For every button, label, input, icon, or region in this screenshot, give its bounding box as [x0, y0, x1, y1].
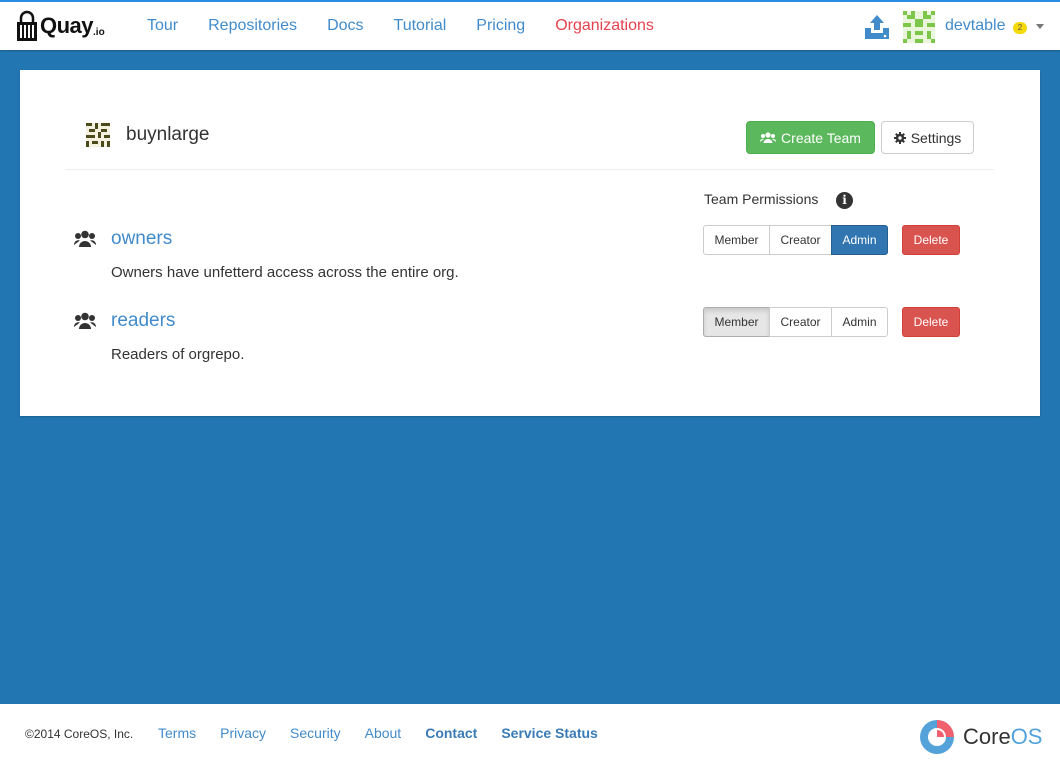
org-panel: buynlarge Create Team Settings Team Perm…	[20, 70, 1040, 416]
gear-icon	[893, 131, 906, 144]
role-creator-button[interactable]: Creator	[769, 307, 832, 337]
nav-tour[interactable]: Tour	[132, 17, 193, 35]
delete-team-button[interactable]: Delete	[902, 225, 960, 255]
team-description: Readers of orgrepo.	[111, 346, 245, 363]
footer-link-security[interactable]: Security	[278, 725, 353, 741]
footer-link-contact[interactable]: Contact	[413, 725, 489, 741]
info-icon[interactable]: i	[836, 192, 853, 209]
user-avatar[interactable]	[903, 11, 935, 43]
top-navbar: Quay .io Tour Repositories Docs Tutorial…	[0, 0, 1060, 50]
role-member-button[interactable]: Member	[703, 307, 770, 337]
nav-docs[interactable]: Docs	[312, 17, 378, 35]
padlock-logo-icon	[17, 10, 37, 41]
main-nav: Tour Repositories Docs Tutorial Pricing …	[132, 2, 669, 50]
nav-repositories[interactable]: Repositories	[193, 17, 312, 35]
role-creator-button[interactable]: Creator	[769, 225, 832, 255]
coreos-logo[interactable]: CoreOS	[919, 719, 1042, 755]
team-permissions-title: Team Permissions	[704, 191, 819, 207]
settings-label: Settings	[910, 129, 962, 146]
coreos-logo-icon	[920, 720, 954, 754]
role-selector: Member Creator Admin	[703, 307, 888, 337]
nav-tutorial[interactable]: Tutorial	[379, 17, 462, 35]
users-icon	[74, 312, 96, 329]
role-admin-button[interactable]: Admin	[831, 307, 888, 337]
footer-link-service-status[interactable]: Service Status	[489, 725, 610, 741]
footer: ©2014 CoreOS, Inc. Terms Privacy Securit…	[0, 704, 1060, 768]
header-divider	[65, 169, 994, 170]
footer-link-terms[interactable]: Terms	[146, 725, 208, 741]
footer-links: Terms Privacy Security About Contact Ser…	[146, 725, 610, 741]
role-selector: Member Creator Admin	[703, 225, 888, 255]
coreos-core-text: Core	[963, 724, 1011, 749]
logo-wordmark: Quay	[40, 13, 94, 38]
nav-pricing[interactable]: Pricing	[461, 17, 540, 35]
users-icon	[760, 131, 777, 144]
coreos-os-text: OS	[1010, 724, 1043, 749]
nav-organizations[interactable]: Organizations	[540, 17, 669, 35]
quay-logo[interactable]: Quay .io	[16, 8, 105, 44]
footer-link-privacy[interactable]: Privacy	[208, 725, 278, 741]
chevron-down-icon[interactable]	[1036, 24, 1044, 29]
org-avatar	[86, 123, 110, 147]
create-team-button[interactable]: Create Team	[746, 121, 875, 154]
upload-icon[interactable]	[864, 14, 890, 40]
footer-link-about[interactable]: About	[353, 725, 414, 741]
logo-suffix: .io	[93, 26, 105, 38]
settings-button[interactable]: Settings	[881, 121, 974, 154]
role-admin-button[interactable]: Admin	[831, 225, 888, 255]
team-name-link[interactable]: owners	[111, 228, 172, 250]
delete-team-button[interactable]: Delete	[902, 307, 960, 337]
create-team-label: Create Team	[781, 129, 861, 146]
org-name: buynlarge	[126, 124, 210, 145]
coreos-wordmark: CoreOS	[963, 724, 1042, 750]
team-name-link[interactable]: readers	[111, 310, 175, 332]
users-icon	[74, 230, 96, 247]
username-link[interactable]: devtable	[945, 17, 1006, 35]
team-description: Owners have unfetterd access across the …	[111, 264, 459, 281]
copyright: ©2014 CoreOS, Inc.	[25, 727, 134, 741]
role-member-button[interactable]: Member	[703, 225, 770, 255]
notification-badge[interactable]: 2	[1013, 22, 1027, 34]
